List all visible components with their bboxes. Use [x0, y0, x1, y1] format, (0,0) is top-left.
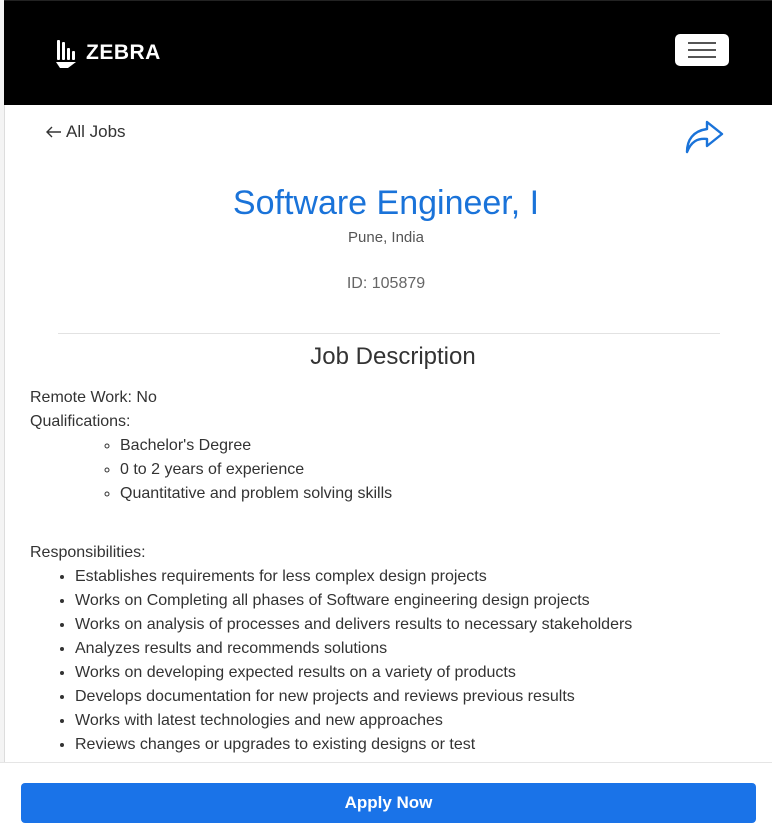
list-item: Works with latest technologies and new a…: [75, 709, 750, 733]
job-description-heading: Job Description: [310, 343, 476, 370]
list-item: 0 to 2 years of experience: [120, 458, 750, 482]
arrow-left-icon: [46, 126, 61, 138]
share-arrow-icon: [685, 120, 724, 154]
responsibilities-list: Establishes requirements for less comple…: [30, 565, 750, 757]
apply-now-button[interactable]: Apply Now: [21, 783, 756, 823]
window-edge: [0, 0, 5, 830]
qualifications-list: Bachelor's Degree 0 to 2 years of experi…: [30, 434, 750, 506]
remote-work: Remote Work: No: [30, 389, 157, 406]
list-item: Bachelor's Degree: [120, 434, 750, 458]
share-button[interactable]: [683, 118, 725, 161]
list-item: Analyzes results and recommends solution…: [75, 637, 750, 661]
all-jobs-link[interactable]: All Jobs: [46, 122, 126, 142]
list-item: Works on analysis of processes and deliv…: [75, 613, 750, 637]
qualifications-label: Qualifications:: [30, 413, 131, 430]
responsibilities-label: Responsibilities:: [30, 544, 146, 561]
list-item: Works on developing expected results on …: [75, 661, 750, 685]
hamburger-menu-icon: [688, 42, 716, 44]
logo-text: ZEBRA: [86, 41, 161, 64]
hamburger-menu-button[interactable]: [675, 34, 729, 66]
site-header: ZEBRA: [4, 0, 772, 105]
zebra-logo[interactable]: ZEBRA: [54, 37, 161, 69]
apply-bar: Apply Now: [0, 762, 772, 831]
list-item: Establishes requirements for less comple…: [75, 565, 750, 589]
all-jobs-label: All Jobs: [66, 122, 126, 141]
job-description-content: Remote Work: No Qualifications: Bachelor…: [30, 386, 750, 757]
list-item: Works on Completing all phases of Softwa…: [75, 589, 750, 613]
list-item: Develops documentation for new projects …: [75, 685, 750, 709]
job-id: ID: 105879: [346, 275, 426, 292]
job-title: Software Engineer, I: [232, 184, 540, 222]
divider: [58, 333, 720, 334]
zebra-stripes-icon: [56, 40, 76, 68]
list-item: Reviews changes or upgrades to existing …: [75, 733, 750, 757]
list-item: Quantitative and problem solving skills: [120, 482, 750, 506]
job-location: Pune, India: [348, 229, 424, 246]
